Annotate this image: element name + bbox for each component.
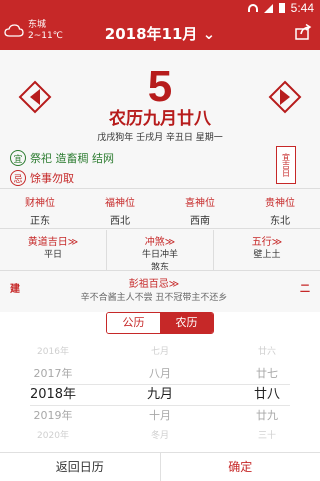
signal-icon <box>264 4 273 13</box>
month-selector[interactable]: 2018年11月 ⌄ <box>0 23 320 44</box>
picker-wheels: 2016年 2017年 2018年 2019年 2020年 七月 八月 九月 十… <box>0 342 320 447</box>
god-item[interactable]: 喜神位 西南 <box>160 190 240 226</box>
info-value: 壁上土 <box>214 250 320 261</box>
info-title: 冲煞≫ <box>107 233 213 248</box>
wheel-item: 廿六 <box>214 342 320 363</box>
month-wheel[interactable]: 七月 八月 九月 十月 冬月 <box>107 342 213 447</box>
god-title: 贵神位 <box>240 194 320 209</box>
lunar-toggle-button[interactable]: 农历 <box>160 313 213 333</box>
month-title: 2018年11月 <box>105 25 198 43</box>
chongsha-item[interactable]: 冲煞≫ 牛日冲羊 煞东 <box>107 230 214 270</box>
divider <box>0 228 320 229</box>
wheel-item: 八月 <box>107 363 213 384</box>
god-value: 正东 <box>0 212 80 227</box>
wifi-icon <box>248 4 258 12</box>
pengzu-right-label: 二 <box>300 280 310 295</box>
god-title: 财神位 <box>0 194 80 209</box>
auspicious-stamp: 宜吉日 <box>276 146 296 184</box>
huangdao-item[interactable]: 黄道吉日≫ 平日 <box>0 230 107 270</box>
wheel-item: 十月 <box>107 405 213 426</box>
info-row: 黄道吉日≫ 平日 冲煞≫ 牛日冲羊 煞东 五行≫ 壁上土 <box>0 230 320 270</box>
wheel-item-selected: 九月 <box>107 384 213 405</box>
god-value: 东北 <box>240 212 320 227</box>
info-title: 五行≫ <box>214 233 320 248</box>
chevron-down-icon: ⌄ <box>203 25 216 43</box>
calendar-type-toggle: 公历 农历 <box>106 312 214 334</box>
god-title: 福神位 <box>80 194 160 209</box>
pengzu-title: 彭祖百忌≫ <box>40 275 268 290</box>
yi-icon: 宜 <box>10 150 26 166</box>
divider <box>0 188 320 189</box>
wheel-item-selected: 廿八 <box>214 384 320 405</box>
wheel-item: 七月 <box>107 342 213 363</box>
god-item[interactable]: 贵神位 东北 <box>240 190 320 226</box>
status-bar: 5:44 <box>0 0 320 16</box>
god-value: 西北 <box>80 212 160 227</box>
wheel-item: 三十 <box>214 426 320 447</box>
wheel-item: 廿九 <box>214 405 320 426</box>
pengzu-section[interactable]: 建 彭祖百忌≫ 辛不合酱主人不尝 丑不冠带主不还乡 二 <box>0 272 320 312</box>
god-item[interactable]: 财神位 正东 <box>0 190 80 226</box>
wheel-item-selected: 2018年 <box>0 384 106 405</box>
ji-icon: 忌 <box>10 170 26 186</box>
wheel-item: 2020年 <box>0 426 106 447</box>
battery-icon <box>279 3 285 13</box>
yi-ji-section: 宜 祭祀 造畜稠 结网 忌 馀事勿取 宜吉日 <box>10 146 300 188</box>
solar-toggle-button[interactable]: 公历 <box>107 313 160 333</box>
share-icon[interactable] <box>294 23 312 41</box>
wheel-item: 2017年 <box>0 363 106 384</box>
pengzu-left-label: 建 <box>10 280 20 295</box>
wheel-item: 冬月 <box>107 426 213 447</box>
info-title: 黄道吉日≫ <box>0 233 106 248</box>
status-icons: 5:44 <box>248 1 314 15</box>
god-item[interactable]: 福神位 西北 <box>80 190 160 226</box>
app-header: 东城 2~11℃ 2018年11月 ⌄ <box>0 16 320 50</box>
pengzu-body: 辛不合酱主人不尝 丑不冠带主不还乡 <box>40 290 268 303</box>
ji-text: 馀事勿取 <box>30 170 74 186</box>
wuxing-item[interactable]: 五行≫ 壁上土 <box>214 230 320 270</box>
gods-positions: 财神位 正东 福神位 西北 喜神位 西南 贵神位 东北 <box>0 190 320 226</box>
day-wheel[interactable]: 廿六 廿七 廿八 廿九 三十 <box>214 342 320 447</box>
yi-row[interactable]: 宜 祭祀 造畜稠 结网 <box>10 150 114 166</box>
info-value: 平日 <box>0 250 106 261</box>
wheel-item: 2016年 <box>0 342 106 363</box>
year-wheel[interactable]: 2016年 2017年 2018年 2019年 2020年 <box>0 342 106 447</box>
back-to-calendar-button[interactable]: 返回日历 <box>0 453 161 481</box>
wheel-item: 廿七 <box>214 363 320 384</box>
god-value: 西南 <box>160 212 240 227</box>
lunar-date: 农历九月廿八 <box>6 104 314 129</box>
info-value: 牛日冲羊 <box>107 250 213 261</box>
confirm-button[interactable]: 确定 <box>161 453 320 481</box>
ganzhi-text: 戊戌狗年 壬戌月 辛丑日 星期一 <box>6 130 314 143</box>
calendar-main: 5 农历九月廿八 戊戌狗年 壬戌月 辛丑日 星期一 宜 祭祀 造畜稠 结网 忌 … <box>0 50 320 312</box>
picker-footer: 返回日历 确定 <box>0 452 320 481</box>
god-title: 喜神位 <box>160 194 240 209</box>
status-time: 5:44 <box>291 1 314 15</box>
ji-row[interactable]: 忌 馀事勿取 <box>10 170 74 186</box>
wheel-item: 2019年 <box>0 405 106 426</box>
divider <box>0 270 320 271</box>
yi-text: 祭祀 造畜稠 结网 <box>30 150 114 166</box>
